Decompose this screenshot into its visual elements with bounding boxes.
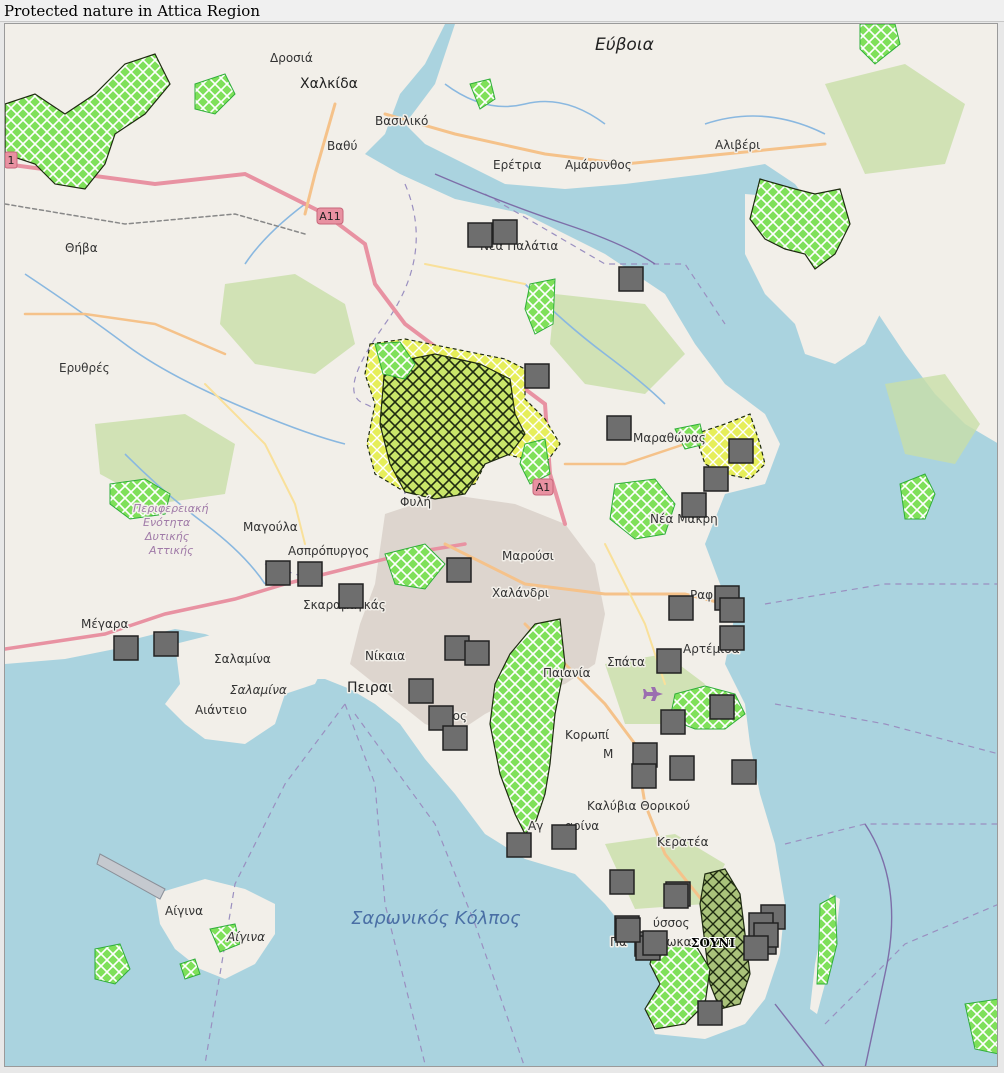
map-canvas[interactable]: A11 A1 1 Εύβοια Χαλκίδα Δροσιά Βασιλικό … bbox=[5, 24, 998, 1067]
site-marker[interactable] bbox=[663, 883, 689, 909]
site-marker[interactable] bbox=[703, 466, 729, 492]
road-shield-a11: A11 bbox=[316, 207, 344, 225]
site-marker[interactable] bbox=[442, 725, 468, 751]
site-marker[interactable] bbox=[506, 832, 532, 858]
label-evia: Εύβοια bbox=[595, 35, 654, 55]
label-amarynthos: Αμάρυνθος bbox=[565, 158, 632, 172]
road-shield-a11-label: A11 bbox=[319, 210, 341, 223]
site-marker[interactable] bbox=[609, 869, 635, 895]
label-marousi: Μαρούσι bbox=[502, 549, 554, 563]
site-marker[interactable] bbox=[338, 583, 364, 609]
label-anavyssos: ύσσος bbox=[653, 916, 690, 930]
label-paiania: Παιανία bbox=[543, 666, 591, 680]
road-shield-a1-label: A1 bbox=[536, 481, 551, 494]
app-window: Protected nature in Attica Region A11 A1… bbox=[0, 0, 1004, 1073]
label-kalyvia: Καλύβια Θορικού bbox=[587, 799, 690, 813]
label-erythres: Ερυθρές bbox=[59, 361, 110, 375]
site-marker[interactable] bbox=[642, 930, 668, 956]
site-marker[interactable] bbox=[731, 759, 757, 785]
site-marker[interactable] bbox=[669, 755, 695, 781]
site-marker[interactable] bbox=[524, 363, 550, 389]
site-marker[interactable] bbox=[668, 595, 694, 621]
site-marker[interactable] bbox=[551, 824, 577, 850]
site-marker[interactable] bbox=[656, 648, 682, 674]
label-perif-4: Αττικής bbox=[148, 544, 194, 557]
site-marker[interactable] bbox=[615, 917, 641, 943]
site-marker[interactable] bbox=[743, 935, 769, 961]
label-chalkida: Χαλκίδα bbox=[300, 76, 358, 92]
label-spata: Σπάτα bbox=[607, 655, 645, 669]
site-marker[interactable] bbox=[446, 557, 472, 583]
site-marker[interactable] bbox=[153, 631, 179, 657]
site-marker[interactable] bbox=[697, 1000, 723, 1026]
site-marker[interactable] bbox=[709, 694, 735, 720]
label-salamina-island: Σαλαμίνα bbox=[230, 683, 287, 697]
site-marker[interactable] bbox=[660, 709, 686, 735]
label-peiraias: Πειραι bbox=[347, 680, 393, 696]
label-aspropyrgos: Ασπρόπυργος bbox=[288, 544, 369, 558]
label-vasiliko: Βασιλικό bbox=[375, 114, 428, 128]
map-frame[interactable]: A11 A1 1 Εύβοια Χαλκίδα Δροσιά Βασιλικό … bbox=[4, 23, 998, 1067]
site-marker[interactable] bbox=[719, 597, 745, 623]
label-aigina-town: Αίγινα bbox=[165, 904, 203, 918]
site-marker[interactable] bbox=[618, 266, 644, 292]
label-sounio: ΣΟΥΝΙ bbox=[691, 936, 735, 950]
label-eretria: Ερέτρια bbox=[493, 158, 542, 172]
label-nikaia: Νίκαια bbox=[365, 649, 405, 663]
site-marker[interactable] bbox=[681, 492, 707, 518]
site-marker[interactable] bbox=[719, 625, 745, 651]
road-shield-e-label: 1 bbox=[8, 154, 15, 167]
road-shield-a1: A1 bbox=[532, 478, 554, 496]
label-aianteio: Αιάντειο bbox=[195, 703, 247, 717]
label-perif-1: Περιφερειακή bbox=[133, 502, 209, 515]
label-magoula: Μαγούλα bbox=[243, 520, 298, 534]
label-megara: Μέγαρα bbox=[81, 617, 128, 631]
site-marker[interactable] bbox=[492, 219, 518, 245]
label-chalandri: Χαλάνδρι bbox=[492, 586, 549, 600]
site-marker[interactable] bbox=[297, 561, 323, 587]
label-koropi: Κορωπί bbox=[565, 728, 609, 742]
site-marker[interactable] bbox=[728, 438, 754, 464]
label-markopoulo: Μ bbox=[603, 747, 613, 761]
label-perif-3: Δυτικής bbox=[144, 530, 190, 543]
label-thiva: Θήβα bbox=[65, 241, 98, 255]
label-drosia: Δροσιά bbox=[270, 51, 313, 65]
site-marker[interactable] bbox=[113, 635, 139, 661]
map-title: Protected nature in Attica Region bbox=[0, 0, 1004, 22]
site-marker[interactable] bbox=[631, 763, 657, 789]
label-keratea: Κερατέα bbox=[657, 835, 709, 849]
site-marker[interactable] bbox=[467, 222, 493, 248]
site-marker[interactable] bbox=[606, 415, 632, 441]
label-marathonas: Μαραθώνας bbox=[633, 431, 706, 445]
site-marker[interactable] bbox=[408, 678, 434, 704]
road-shield-e: 1 bbox=[5, 151, 18, 169]
label-salamina-town: Σαλαμίνα bbox=[214, 652, 271, 666]
label-anavyssos-nea: Αγ bbox=[528, 819, 543, 833]
label-aigina-island: Αίγινα bbox=[226, 930, 265, 944]
label-alivery: Αλιβέρι bbox=[715, 138, 760, 152]
label-perif-2: Ενότητα bbox=[143, 516, 191, 529]
label-saronic: Σαρωνικός Κόλπος bbox=[351, 908, 521, 929]
site-marker[interactable] bbox=[265, 560, 291, 586]
label-vathy: Βαθύ bbox=[327, 139, 357, 153]
label-fyli: Φυλή bbox=[400, 495, 431, 509]
site-marker[interactable] bbox=[464, 640, 490, 666]
